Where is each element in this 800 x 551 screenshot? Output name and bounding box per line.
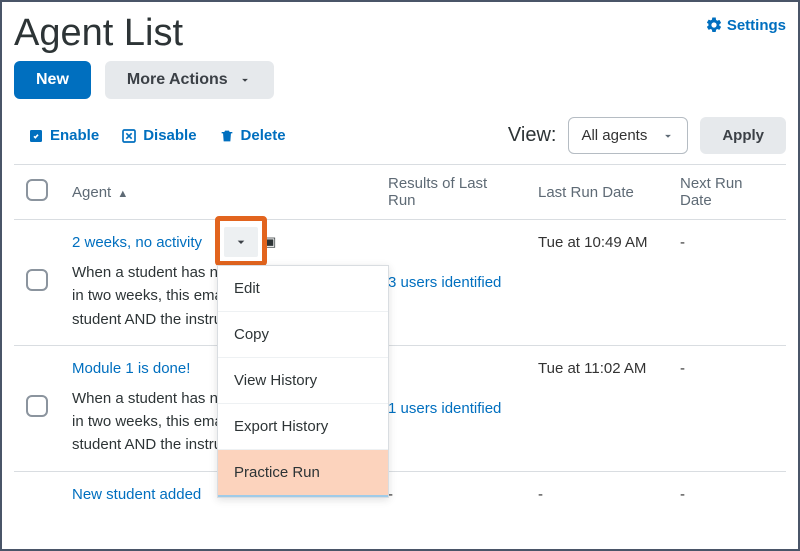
next-run-value: - — [668, 220, 786, 346]
enable-label: Enable — [50, 127, 99, 144]
more-actions-label: More Actions — [127, 71, 228, 89]
row-checkbox[interactable] — [26, 269, 48, 291]
settings-link[interactable]: Settings — [705, 16, 786, 34]
chevron-down-icon — [661, 129, 675, 143]
agent-name: New student added — [72, 486, 201, 503]
gear-icon — [705, 16, 723, 34]
agent-link[interactable]: Module 1 is done! — [72, 360, 190, 377]
menu-item-practice-run[interactable]: Practice Run — [218, 450, 388, 497]
menu-item-export-history[interactable]: Export History — [218, 404, 388, 450]
next-run-value: - — [668, 471, 786, 517]
agent-name: Module 1 is done! — [72, 360, 190, 377]
trash-icon — [219, 128, 235, 144]
menu-item-view-history[interactable]: View History — [218, 358, 388, 404]
sort-asc-icon: ▲ — [117, 188, 128, 200]
column-agent[interactable]: Agent ▲ — [60, 165, 376, 220]
last-run-value: Tue at 11:02 AM — [526, 345, 668, 471]
settings-label: Settings — [727, 17, 786, 34]
menu-item-edit[interactable]: Edit — [218, 266, 388, 312]
view-select[interactable]: All agents — [568, 117, 688, 154]
row-actions-toggle[interactable] — [224, 227, 258, 257]
view-selected: All agents — [581, 127, 647, 144]
row-checkbox[interactable] — [26, 395, 48, 417]
view-label: View: — [508, 124, 557, 147]
table-row: New student added - - - — [14, 471, 786, 517]
agents-table: Agent ▲ Results of Last Run Last Run Dat… — [14, 164, 786, 517]
chevron-down-icon — [238, 73, 252, 87]
delete-action[interactable]: Delete — [219, 127, 286, 144]
page-title: Agent List — [14, 12, 183, 55]
table-row: 2 weeks, no activity When a student has … — [14, 220, 786, 346]
checkbox-x-icon — [121, 128, 137, 144]
agent-name: 2 weeks, no activity — [72, 234, 202, 251]
select-all-checkbox[interactable] — [26, 179, 48, 201]
results-value: - — [376, 471, 526, 517]
enable-action[interactable]: Enable — [28, 127, 99, 144]
results-link[interactable]: 1 users identified — [388, 400, 501, 417]
row-actions-menu: Edit Copy View History Export History Pr… — [217, 265, 389, 498]
more-actions-button[interactable]: More Actions — [105, 61, 274, 99]
column-next-run[interactable]: Next Run Date — [668, 165, 786, 220]
column-agent-label: Agent — [72, 184, 111, 201]
new-button[interactable]: New — [14, 61, 91, 99]
column-results[interactable]: Results of Last Run — [376, 165, 526, 220]
agent-link[interactable]: New student added — [72, 486, 201, 503]
disable-label: Disable — [143, 127, 196, 144]
menu-item-copy[interactable]: Copy — [218, 312, 388, 358]
last-run-value: Tue at 10:49 AM — [526, 220, 668, 346]
agent-link[interactable]: 2 weeks, no activity — [72, 234, 202, 251]
checkbox-checked-icon — [28, 128, 44, 144]
last-run-value: - — [526, 471, 668, 517]
disable-action[interactable]: Disable — [121, 127, 196, 144]
disabled-status-icon: ▣ — [264, 234, 276, 250]
column-last-run[interactable]: Last Run Date — [526, 165, 668, 220]
chevron-down-icon — [233, 234, 249, 250]
table-row: Module 1 is done! When a student has not… — [14, 345, 786, 471]
results-link[interactable]: 3 users identified — [388, 274, 501, 291]
delete-label: Delete — [241, 127, 286, 144]
apply-button[interactable]: Apply — [700, 117, 786, 154]
next-run-value: - — [668, 345, 786, 471]
